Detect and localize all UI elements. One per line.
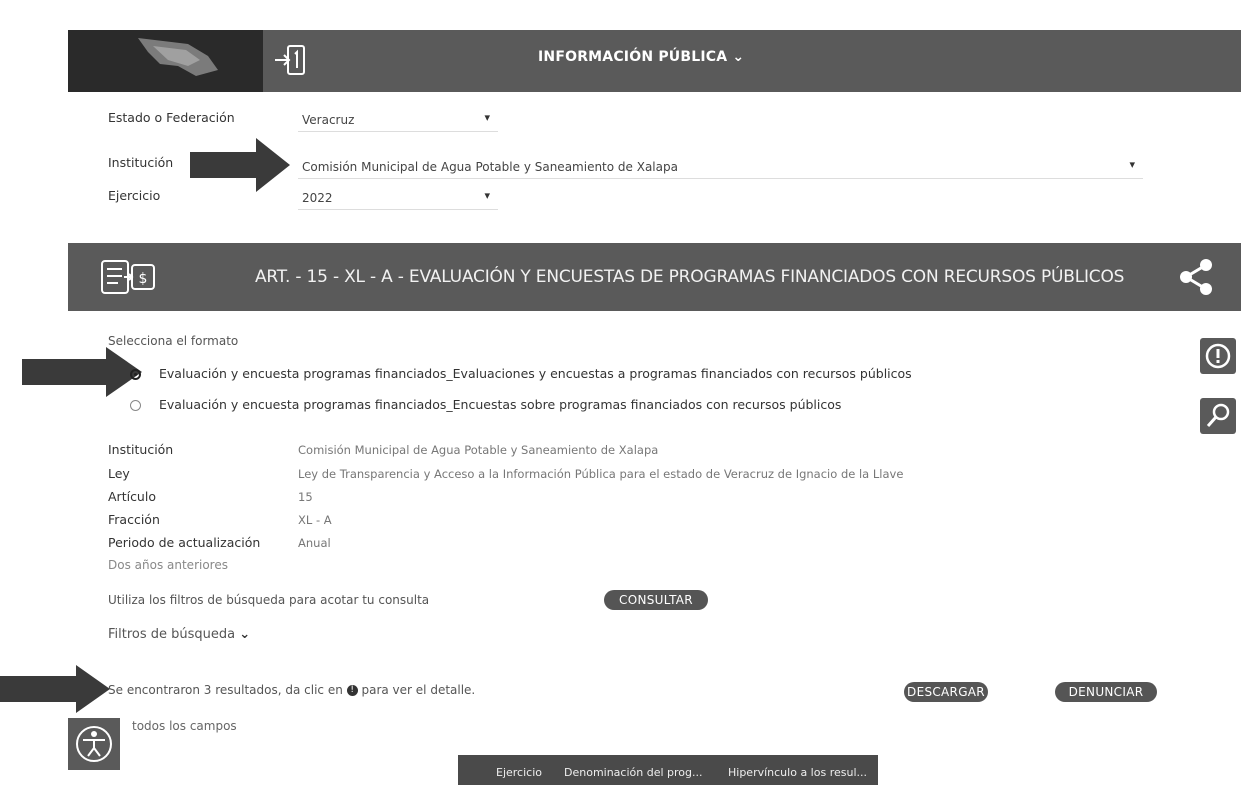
- format-prompt: Selecciona el formato: [108, 334, 239, 348]
- search-hint: Utiliza los filtros de búsqueda para aco…: [108, 593, 430, 607]
- descargar-button[interactable]: DESCARGAR: [904, 682, 988, 702]
- filtros-toggle[interactable]: Filtros de búsqueda ⌄: [108, 627, 250, 642]
- logo[interactable]: [68, 30, 263, 92]
- todos-campos-text: todos los campos: [132, 719, 237, 733]
- accessibility-icon: [76, 726, 112, 762]
- svg-text:$: $: [139, 271, 148, 287]
- meta-periodo-value: Anual: [298, 536, 331, 550]
- money-list-icon: $: [100, 259, 156, 295]
- meta-fraccion-label: Fracción: [108, 512, 160, 527]
- format-option-label: Evaluación y encuesta programas financia…: [159, 397, 842, 412]
- institucion-select[interactable]: Comisión Municipal de Agua Potable y San…: [298, 157, 1143, 179]
- meta-articulo-label: Artículo: [108, 489, 156, 504]
- estado-select[interactable]: Veracruz ▾: [298, 110, 498, 132]
- institucion-label: Institución: [108, 155, 174, 170]
- chevron-down-icon: ⌄: [732, 49, 745, 65]
- section-title: ART. - 15 - XL - A - EVALUACIÓN Y ENCUES…: [255, 267, 1125, 287]
- dos-anos-link[interactable]: Dos años anteriores: [108, 558, 228, 572]
- denunciar-button[interactable]: DENUNCIAR: [1055, 682, 1157, 702]
- filtros-label: Filtros de búsqueda: [108, 627, 236, 642]
- table-header-hipervinculo[interactable]: Hipervínculo a los resul...: [728, 766, 867, 779]
- meta-ley-value: Ley de Transparencia y Acceso a la Infor…: [298, 467, 904, 481]
- section-header-bar: $ ART. - 15 - XL - A - EVALUACIÓN Y ENCU…: [68, 243, 1241, 311]
- dropdown-caret-icon: ▾: [1129, 158, 1135, 171]
- alert-icon: [1205, 343, 1231, 369]
- chevron-down-icon: ⌄: [239, 627, 251, 642]
- meta-articulo-value: 15: [298, 490, 313, 504]
- ejercicio-select[interactable]: 2022 ▾: [298, 188, 498, 210]
- dropdown-caret-icon: ▾: [484, 189, 490, 202]
- accessibility-button[interactable]: [68, 718, 120, 770]
- meta-institucion-label: Institución: [108, 442, 174, 457]
- radio-unchecked-icon[interactable]: [130, 400, 141, 411]
- meta-ley-label: Ley: [108, 466, 130, 481]
- annotation-arrow: [190, 138, 290, 192]
- alert-button[interactable]: [1200, 338, 1236, 374]
- table-header-denominacion[interactable]: Denominación del prog...: [564, 766, 703, 779]
- login-icon[interactable]: [273, 42, 307, 78]
- format-option[interactable]: Evaluación y encuesta programas financia…: [130, 397, 841, 412]
- ejercicio-label: Ejercicio: [108, 188, 161, 203]
- estado-value: Veracruz: [302, 113, 355, 127]
- info-icon: !: [346, 685, 358, 696]
- ejercicio-value: 2022: [302, 191, 333, 205]
- results-text: Se encontraron 3 resultados, da clic en …: [108, 683, 475, 697]
- format-option[interactable]: Evaluación y encuesta programas financia…: [130, 366, 912, 381]
- institucion-value: Comisión Municipal de Agua Potable y San…: [302, 160, 678, 174]
- table-header-ejercicio[interactable]: Ejercicio: [496, 766, 542, 779]
- meta-institucion-value: Comisión Municipal de Agua Potable y San…: [298, 443, 659, 457]
- results-text-before: Se encontraron 3 resultados, da clic en: [108, 683, 343, 697]
- tools-button[interactable]: [1200, 398, 1236, 434]
- annotation-arrow: [22, 347, 142, 397]
- consultar-button[interactable]: CONSULTAR: [604, 590, 708, 610]
- share-icon[interactable]: [1176, 257, 1216, 297]
- results-text-after: para ver el detalle.: [361, 683, 476, 697]
- annotation-arrow: [0, 665, 110, 713]
- format-option-label: Evaluación y encuesta programas financia…: [159, 366, 912, 381]
- meta-periodo-label: Periodo de actualización: [108, 535, 261, 550]
- informacion-publica-menu[interactable]: INFORMACIÓN PÚBLICA ⌄: [538, 49, 744, 65]
- dropdown-caret-icon: ▾: [484, 111, 490, 124]
- radio-checked-icon[interactable]: [130, 369, 141, 380]
- estado-label: Estado o Federación: [108, 110, 235, 125]
- top-header-bar: INFORMACIÓN PÚBLICA ⌄: [68, 30, 1241, 92]
- table-header: Ejercicio Denominación del prog... Hiper…: [458, 755, 878, 785]
- meta-fraccion-value: XL - A: [298, 513, 332, 527]
- menu-title: INFORMACIÓN PÚBLICA: [538, 49, 728, 65]
- tools-icon: [1206, 403, 1230, 427]
